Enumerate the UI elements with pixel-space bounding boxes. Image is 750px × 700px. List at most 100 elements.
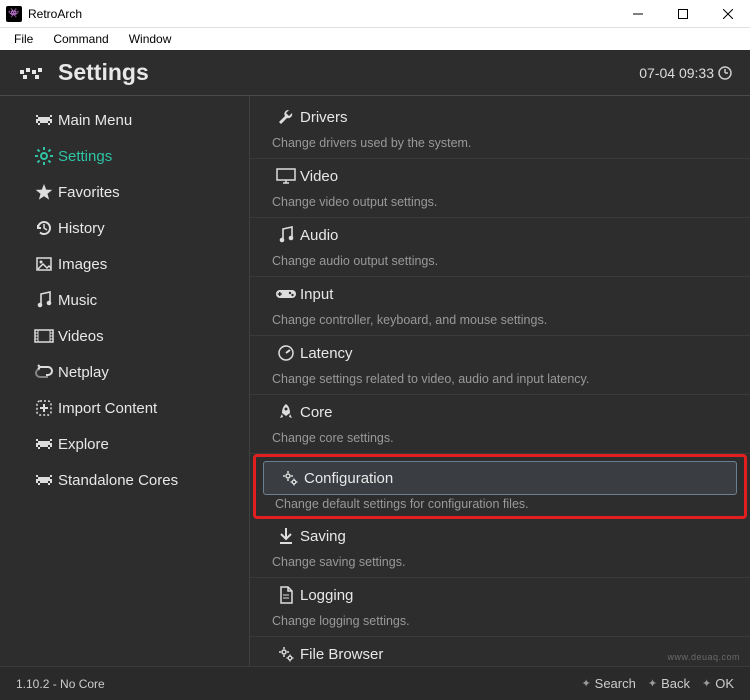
setting-desc: Change saving settings. [260, 553, 740, 569]
setting-core[interactable]: Core Change core settings. [250, 395, 750, 454]
setting-input[interactable]: Input Change controller, keyboard, and mo… [250, 277, 750, 336]
star-icon [30, 183, 58, 201]
setting-desc: Change logging settings. [260, 612, 740, 628]
dpad-icon: ✦ [581, 677, 590, 690]
setting-desc: Change controller, keyboard, and mouse s… [260, 311, 740, 327]
setting-label: Video [300, 168, 338, 185]
setting-video[interactable]: Video Change video output settings. [250, 159, 750, 218]
setting-row-head: Configuration [263, 461, 737, 495]
hint-search[interactable]: ✦ Search [581, 676, 635, 691]
gear-icon [30, 147, 58, 165]
menu-window[interactable]: Window [119, 32, 182, 46]
setting-row-head: Audio [260, 218, 740, 252]
image-icon [30, 255, 58, 273]
hint-label: Search [595, 676, 636, 691]
page-title: Settings [58, 59, 639, 86]
hint-back[interactable]: ✦Back [648, 676, 690, 691]
setting-row-head: Input [260, 277, 740, 311]
sidebar-item-import-content[interactable]: Import Content [0, 390, 249, 426]
invader-icon [30, 437, 58, 451]
sidebar-item-favorites[interactable]: Favorites [0, 174, 249, 210]
sidebar-item-settings[interactable]: Settings [0, 138, 249, 174]
menu-command[interactable]: Command [43, 32, 118, 46]
setting-label: Core [300, 404, 333, 421]
minimize-button[interactable] [615, 0, 660, 28]
status-text: 1.10.2 - No Core [16, 677, 569, 691]
setting-logging[interactable]: Logging Change logging settings. [250, 578, 750, 637]
app-icon: 👾 [6, 6, 22, 22]
sidebar-item-label: Standalone Cores [58, 472, 178, 489]
menu-file[interactable]: File [4, 32, 43, 46]
setting-configuration[interactable]: ConfigurationChange default settings for… [253, 454, 747, 519]
cogs-icon [272, 645, 300, 663]
setting-saving[interactable]: Saving Change saving settings. [250, 519, 750, 578]
footer: 1.10.2 - No Core ✦Search ✦Back ✦OK [0, 666, 750, 700]
sidebar-item-label: Explore [58, 436, 109, 453]
clock-icon [718, 66, 732, 80]
setting-label: Saving [300, 528, 346, 545]
setting-audio[interactable]: AudioChange audio output settings. [250, 218, 750, 277]
watermark: www.deuaq.com [667, 652, 740, 662]
setting-drivers[interactable]: Drivers Change drivers used by the system… [250, 100, 750, 159]
history-icon [30, 219, 58, 237]
settings-header-icon [18, 64, 46, 82]
setting-label: Logging [300, 587, 353, 604]
setting-desc: Change drivers used by the system. [260, 134, 740, 150]
invader-icon [30, 113, 58, 127]
sidebar-item-images[interactable]: Images [0, 246, 249, 282]
sidebar-item-standalone-cores[interactable]: Standalone Cores [0, 462, 249, 498]
setting-label: Input [300, 286, 333, 303]
sidebar-item-main-menu[interactable]: Main Menu [0, 102, 249, 138]
setting-label: Latency [300, 345, 353, 362]
sidebar-item-label: Images [58, 256, 107, 273]
monitor-icon [272, 168, 300, 184]
app-header: Settings 07-04 09:33 [0, 50, 750, 96]
sidebar-item-label: Import Content [58, 400, 157, 417]
setting-row-head: Latency [260, 336, 740, 370]
window-titlebar: 👾 RetroArch [0, 0, 750, 28]
setting-desc: Change video output settings. [260, 193, 740, 209]
cogs-icon [276, 469, 304, 487]
wrench-icon [272, 108, 300, 126]
maximize-button[interactable] [660, 0, 705, 28]
sidebar-item-netplay[interactable]: Netplay [0, 354, 249, 390]
plus-icon [30, 399, 58, 417]
setting-label: Drivers [300, 109, 348, 126]
gamepad-icon [272, 287, 300, 301]
sidebar-item-label: Favorites [58, 184, 120, 201]
sidebar: Main Menu Settings Favorites History Images M… [0, 96, 250, 666]
setting-latency[interactable]: Latency Change settings related to video,… [250, 336, 750, 395]
sidebar-item-explore[interactable]: Explore [0, 426, 249, 462]
setting-desc: Change settings related to video, audio … [260, 370, 740, 386]
setting-label: Configuration [304, 470, 393, 487]
music-icon [272, 226, 300, 244]
setting-row-head: Drivers [260, 100, 740, 134]
hint-label: OK [715, 676, 734, 691]
menubar: File Command Window [0, 28, 750, 50]
clock-text: 07-04 09:33 [639, 65, 714, 81]
close-button[interactable] [705, 0, 750, 28]
sidebar-item-label: Videos [58, 328, 104, 345]
hint-ok[interactable]: ✦OK [702, 676, 734, 691]
file-icon [272, 586, 300, 604]
sidebar-item-label: Music [58, 292, 97, 309]
download-icon [272, 527, 300, 545]
dpad-icon: ✦ [648, 677, 657, 690]
sidebar-item-history[interactable]: History [0, 210, 249, 246]
sidebar-item-videos[interactable]: Videos [0, 318, 249, 354]
setting-label: File Browser [300, 646, 383, 663]
setting-desc: Change core settings. [260, 429, 740, 445]
rocket-icon [272, 403, 300, 421]
latency-icon [272, 344, 300, 362]
sidebar-item-label: Settings [58, 148, 112, 165]
setting-row-head: Saving [260, 519, 740, 553]
clock: 07-04 09:33 [639, 65, 732, 81]
sidebar-item-label: History [58, 220, 105, 237]
setting-row-head: Video [260, 159, 740, 193]
sidebar-item-label: Main Menu [58, 112, 132, 129]
sidebar-item-music[interactable]: Music [0, 282, 249, 318]
setting-row-head: Core [260, 395, 740, 429]
music-icon [30, 291, 58, 309]
invader-icon [30, 473, 58, 487]
setting-desc: Change audio output settings. [260, 252, 740, 268]
